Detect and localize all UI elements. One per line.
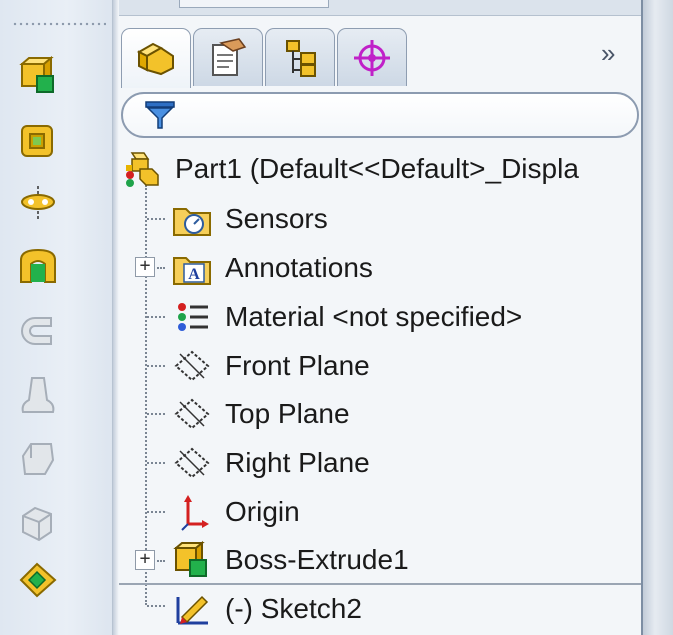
toolbar-grip[interactable] bbox=[12, 22, 106, 26]
filter-icon[interactable] bbox=[143, 98, 177, 132]
tab-feature-manager[interactable] bbox=[121, 28, 191, 88]
lofted-cut-icon[interactable] bbox=[14, 556, 62, 602]
extruded-boss-icon[interactable] bbox=[14, 52, 62, 98]
feature-manager-window: » + + Part1 (Default<<Default>_Displa Se… bbox=[0, 0, 673, 635]
tab-property-manager[interactable] bbox=[193, 28, 263, 86]
swept-cut-icon bbox=[14, 500, 62, 546]
tree-connector bbox=[147, 218, 165, 220]
tree-root-label: Part1 (Default<<Default>_Displa bbox=[175, 153, 579, 184]
filter-input[interactable] bbox=[183, 98, 623, 132]
expand-annotations-button[interactable]: + bbox=[135, 257, 155, 277]
tree-item-label: Annotations bbox=[225, 252, 373, 283]
tree-filter-box bbox=[121, 92, 639, 138]
tree-item-label: Front Plane bbox=[225, 350, 370, 381]
tree-item-label: Material <not specified> bbox=[225, 301, 523, 332]
svg-text:A: A bbox=[188, 266, 200, 283]
tree-connector bbox=[157, 560, 165, 562]
tree-connector bbox=[147, 365, 165, 367]
configuration-manager-icon bbox=[286, 39, 316, 77]
tree-item-label: Origin bbox=[225, 496, 300, 527]
tree-connector bbox=[147, 511, 165, 513]
feature-tree: + + Part1 (Default<<Default>_Displa Sens… bbox=[119, 145, 641, 635]
tree-item-annotations[interactable]: A Annotations bbox=[169, 244, 373, 292]
part-icon bbox=[119, 146, 165, 192]
tree-item-top-plane[interactable]: Top Plane bbox=[169, 390, 350, 438]
tree-root-part[interactable]: Part1 (Default<<Default>_Displa bbox=[119, 145, 579, 193]
annotations-folder-icon: A bbox=[169, 245, 215, 291]
boss-extrude-icon bbox=[169, 537, 215, 583]
plane-icon bbox=[169, 343, 215, 389]
tab-dimxpert-manager[interactable] bbox=[337, 28, 407, 86]
right-window-frame bbox=[641, 0, 673, 635]
feature-manager-panel: » + + Part1 (Default<<Default>_Displa Se… bbox=[119, 0, 641, 635]
plane-icon bbox=[169, 440, 215, 486]
tree-item-right-plane[interactable]: Right Plane bbox=[169, 439, 370, 487]
tree-item-label: Sensors bbox=[225, 203, 328, 234]
tree-item-label: (-) Sketch2 bbox=[225, 593, 362, 624]
document-tab[interactable] bbox=[179, 0, 329, 8]
panel-top-strip bbox=[119, 0, 641, 16]
tree-item-label: Right Plane bbox=[225, 447, 370, 478]
tree-connector bbox=[157, 267, 165, 269]
tree-connector bbox=[147, 316, 165, 318]
tree-item-origin[interactable]: Origin bbox=[169, 488, 300, 536]
expand-boss-extrude1-button[interactable]: + bbox=[135, 550, 155, 570]
features-toolbar bbox=[0, 0, 113, 635]
tree-item-label: Top Plane bbox=[225, 398, 350, 429]
tree-item-boss-extrude1[interactable]: Boss-Extrude1 bbox=[169, 536, 409, 584]
tree-item-material[interactable]: Material <not specified> bbox=[169, 293, 522, 341]
sketch-icon bbox=[169, 586, 215, 632]
revolved-boss-icon[interactable] bbox=[14, 116, 62, 162]
origin-icon bbox=[169, 489, 215, 535]
tree-item-sketch2[interactable]: (-) Sketch2 bbox=[169, 585, 362, 633]
tree-connector bbox=[147, 462, 165, 464]
swept-boss-icon[interactable] bbox=[14, 180, 62, 226]
material-icon bbox=[169, 294, 215, 340]
lofted-boss-icon[interactable] bbox=[14, 244, 62, 290]
boundary-boss-icon bbox=[14, 308, 62, 354]
feature-manager-icon bbox=[136, 42, 174, 75]
plane-icon bbox=[169, 391, 215, 437]
tree-item-label: Boss-Extrude1 bbox=[225, 544, 409, 575]
tree-connector bbox=[145, 185, 147, 605]
sensors-folder-icon bbox=[169, 196, 215, 242]
dimxpert-manager-icon bbox=[354, 39, 390, 76]
tab-configuration-manager[interactable] bbox=[265, 28, 335, 86]
tree-item-front-plane[interactable]: Front Plane bbox=[169, 342, 370, 390]
tree-item-sensors[interactable]: Sensors bbox=[169, 195, 328, 243]
revolved-cut-icon bbox=[14, 436, 62, 482]
property-manager-icon bbox=[212, 37, 247, 76]
extruded-cut-icon bbox=[14, 372, 62, 418]
tree-connector bbox=[147, 413, 165, 415]
more-tabs-button[interactable]: » bbox=[601, 38, 616, 69]
